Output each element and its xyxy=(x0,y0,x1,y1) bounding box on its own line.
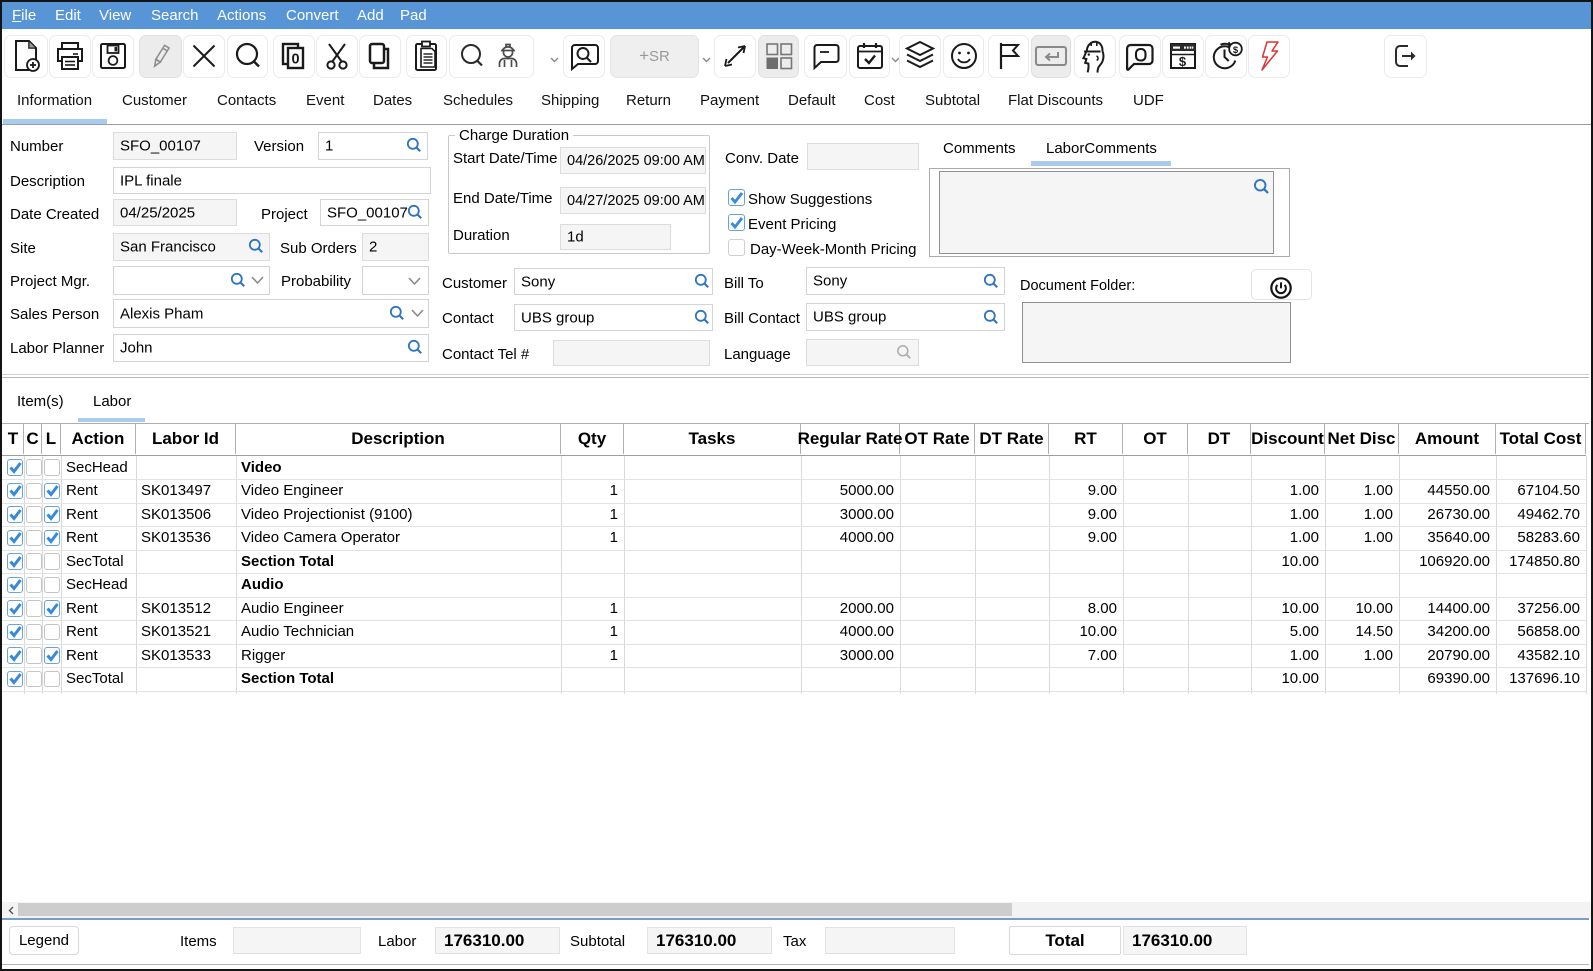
svg-text:$: $ xyxy=(1233,45,1239,56)
svg-text:0: 0 xyxy=(291,52,299,68)
svg-text:$: $ xyxy=(1179,54,1187,69)
